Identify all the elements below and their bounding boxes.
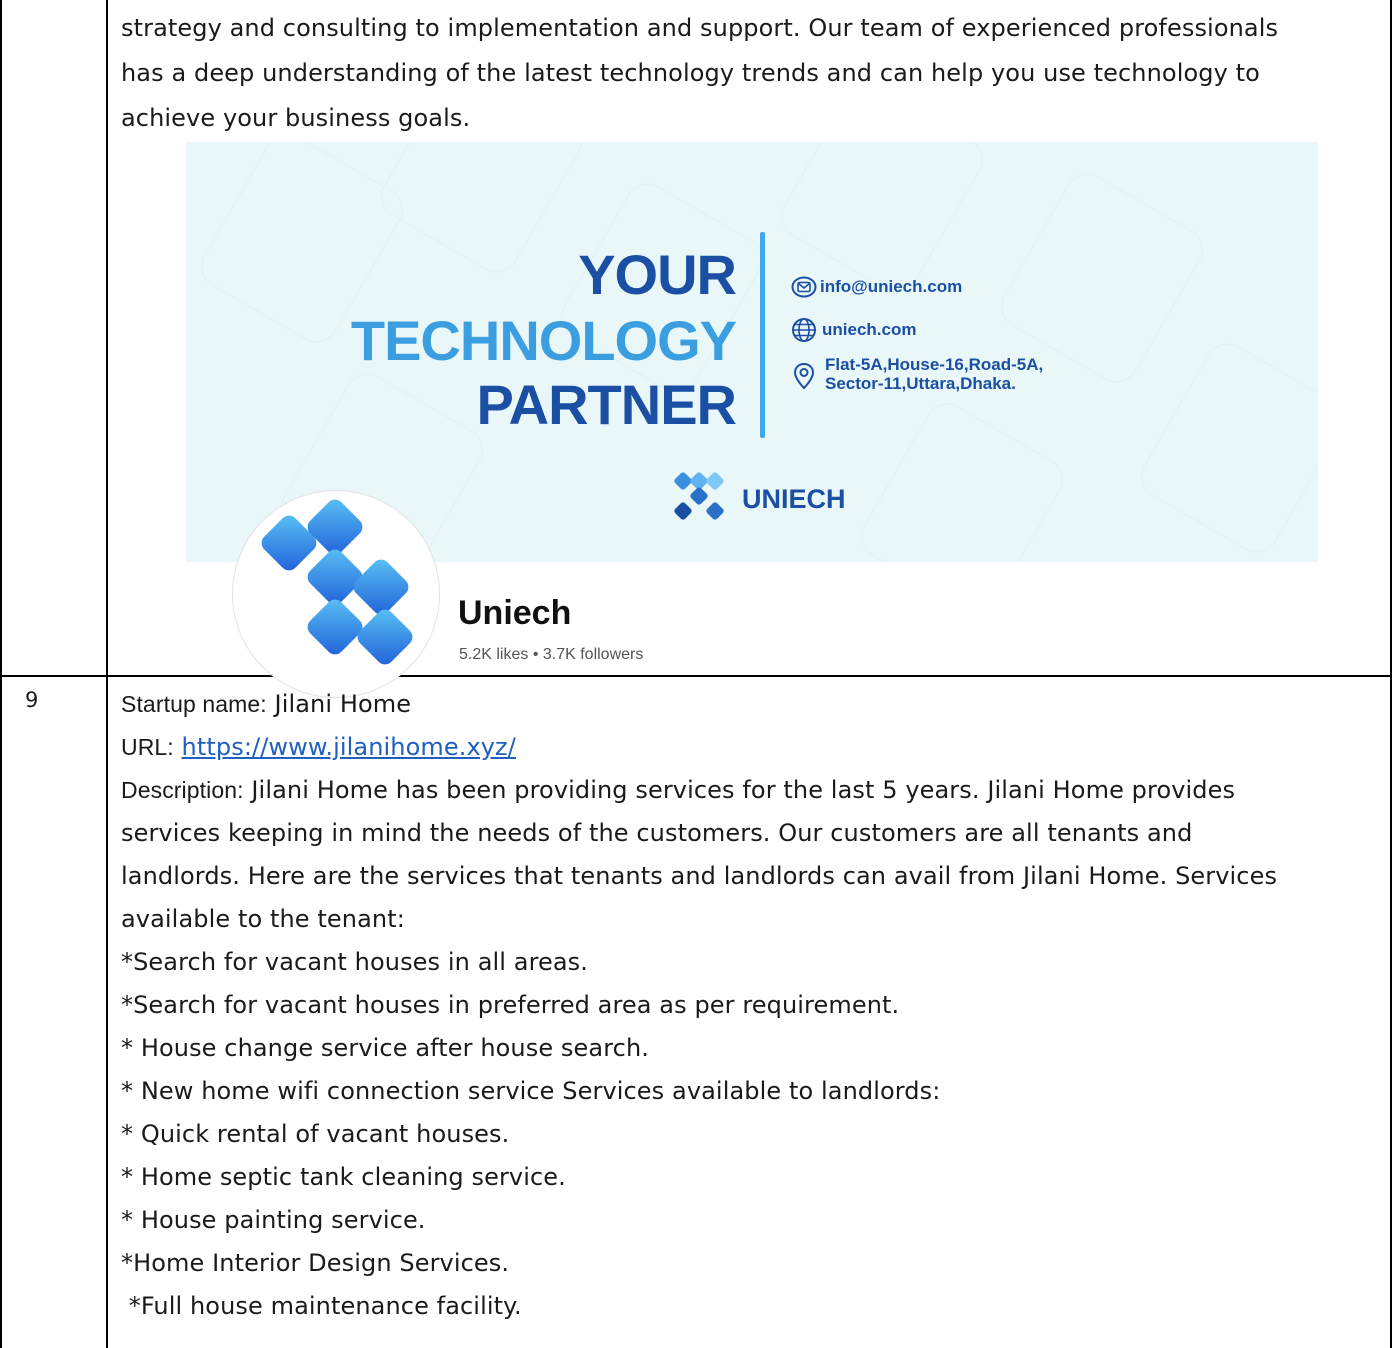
service-item: *Search for vacant houses in preferred a… — [121, 991, 900, 1019]
contact-website: uniech.com — [822, 320, 917, 339]
hexagon-pattern — [1133, 335, 1318, 561]
description-line: Description: Jilani Home has been provid… — [121, 774, 1235, 807]
brand-name: UNIECH — [742, 484, 846, 514]
uniech-avatar-logo-icon — [261, 499, 413, 665]
table-right-border — [1390, 0, 1392, 1348]
description-label: Description: — [121, 777, 244, 803]
headline-partner: PARTNER — [476, 373, 737, 436]
url-label: URL: — [121, 734, 174, 760]
contact-email: info@uniech.com — [820, 277, 963, 296]
startup-url-link[interactable]: https://www.jilanihome.xyz/ — [182, 733, 516, 761]
description-line: available to the tenant: — [121, 905, 405, 933]
service-item: * New home wifi connection service Servi… — [121, 1077, 941, 1105]
startup-name-value: Jilani Home — [266, 690, 412, 718]
headline-technology: TECHNOLOGY — [350, 309, 737, 372]
startup-name-label: Startup name: — [121, 691, 267, 717]
table-column-divider — [106, 0, 108, 1348]
service-item: * Quick rental of vacant houses. — [121, 1120, 510, 1148]
banner-divider — [760, 232, 765, 438]
profile-stats: 5.2K likes • 3.7K followers — [459, 646, 644, 663]
profile-avatar — [232, 490, 440, 698]
service-item: * House painting service. — [121, 1206, 426, 1234]
contact-address-line1: Flat-5A,House-16,Road-5A, — [825, 355, 1044, 374]
text-line: has a deep understanding of the latest t… — [121, 59, 1260, 87]
service-item: * Home septic tank cleaning service. — [121, 1163, 566, 1191]
uniech-logo-icon — [674, 472, 724, 520]
hexagon-pattern — [853, 395, 1071, 562]
table-row-divider — [0, 675, 1392, 677]
hexagon-pattern — [373, 142, 591, 281]
description-text: Jilani Home has been providing services … — [243, 776, 1236, 804]
headline-your: YOUR — [578, 243, 737, 306]
table-left-border — [0, 0, 2, 1348]
description-line: landlords. Here are the services that te… — [121, 862, 1278, 890]
profile-name: Uniech — [458, 594, 572, 632]
service-item: *Home Interior Design Services. — [121, 1249, 510, 1277]
row-number: 9 — [25, 688, 39, 712]
text-line: achieve your business goals. — [121, 104, 471, 132]
startup-name-line: Startup name: Jilani Home — [121, 688, 411, 721]
description-line: services keeping in mind the needs of th… — [121, 819, 1193, 847]
url-line: URL: https://www.jilanihome.xyz/ — [121, 731, 516, 764]
service-item: * House change service after house searc… — [121, 1034, 649, 1062]
text-line: strategy and consulting to implementatio… — [121, 14, 1279, 42]
service-item: *Search for vacant houses in all areas. — [121, 948, 589, 976]
mail-icon — [791, 276, 817, 298]
contact-address-line2: Sector-11,Uttara,Dhaka. — [825, 374, 1016, 393]
globe-icon — [792, 318, 816, 342]
location-pin-icon — [793, 362, 815, 390]
service-item: *Full house maintenance facility. — [121, 1292, 522, 1320]
